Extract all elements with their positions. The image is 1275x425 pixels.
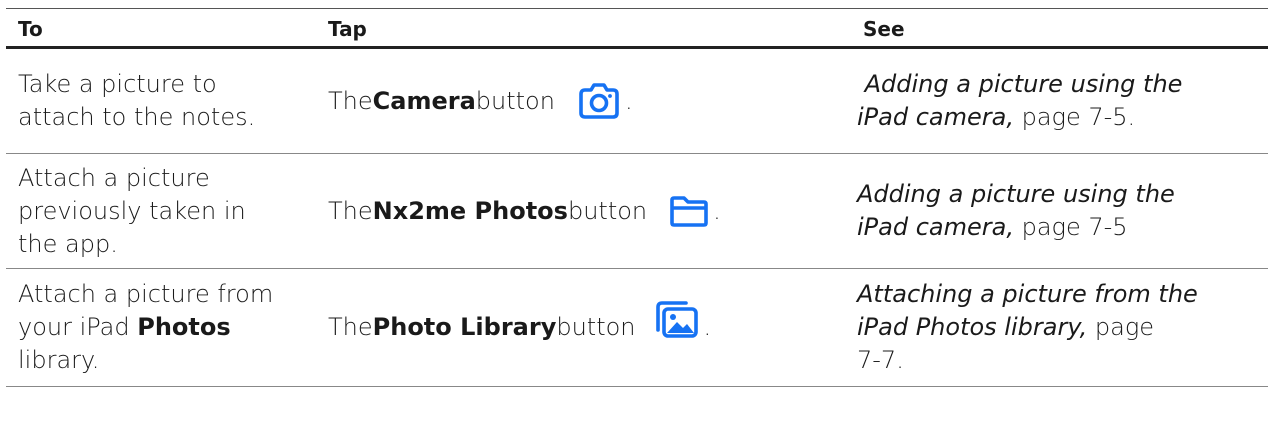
see-link-text[interactable]: Attaching a picture from the <box>857 280 1198 308</box>
to-text-line: attach to the notes. <box>18 103 256 131</box>
header-see: See <box>853 8 1268 49</box>
row-tap-cell: The Photo Library button . <box>316 268 853 387</box>
to-text-line: library. <box>18 346 100 374</box>
header-tap: Tap <box>316 8 853 49</box>
see-link-text[interactable]: iPad Photos library, <box>857 313 1087 341</box>
tap-prefix: The <box>328 86 373 115</box>
folder-icon <box>669 194 709 228</box>
header-row: To Tap See <box>6 8 1268 49</box>
see-page-ref: page <box>1087 313 1155 341</box>
see-link-text[interactable]: Adding a picture using the <box>857 180 1175 208</box>
row-to-cell: Attach a picture from your iPad Photos l… <box>6 268 316 387</box>
to-text-line: previously taken in <box>18 196 246 225</box>
to-text-line: the app. <box>18 229 118 258</box>
header-to: To <box>6 8 316 49</box>
row-see-cell[interactable]: Adding a picture using the iPad camera, … <box>853 153 1268 269</box>
to-strong-word: Photos <box>137 313 231 341</box>
tap-suffix: button <box>556 313 636 341</box>
photo-library-icon <box>652 300 700 340</box>
reference-table: To Tap See Take a picture to attach to t… <box>6 8 1268 387</box>
to-text-line: Attach a picture <box>18 163 210 192</box>
to-text-line: your iPad <box>18 313 138 341</box>
see-page-ref: page 7-5. <box>1013 103 1136 131</box>
tap-end: . <box>713 196 721 225</box>
camera-icon <box>577 82 621 120</box>
tap-button-name: Photo Library <box>372 313 557 341</box>
table-row: Attach a picture previously taken in the… <box>6 153 1268 269</box>
tap-suffix: button <box>567 196 648 225</box>
row-see-cell[interactable]: Attaching a picture from the iPad Photos… <box>853 268 1268 387</box>
see-link-text[interactable]: iPad camera, <box>857 213 1014 241</box>
row-see-cell[interactable]: Adding a picture using the iPad camera, … <box>853 47 1268 154</box>
tap-prefix: The <box>328 196 373 225</box>
tap-prefix: The <box>328 313 373 341</box>
to-text-line: Take a picture to <box>18 70 217 98</box>
see-page-ref: page 7-5 <box>1013 213 1128 241</box>
tap-end: . <box>703 313 712 341</box>
see-link-text[interactable]: Adding a picture using the <box>857 70 1183 98</box>
row-to-cell: Attach a picture previously taken in the… <box>6 153 316 269</box>
row-tap-cell: The Camera button . <box>316 47 853 154</box>
tap-end: . <box>624 86 633 115</box>
to-text-line: Attach a picture from <box>18 280 274 308</box>
tap-button-name: Nx2me Photos <box>372 196 568 225</box>
see-page-ref: 7-7. <box>857 346 904 374</box>
tap-button-name: Camera <box>372 86 476 115</box>
row-tap-cell: The Nx2me Photos button . <box>316 153 853 269</box>
see-link-text[interactable]: iPad camera, <box>857 103 1014 131</box>
row-to-cell: Take a picture to attach to the notes. <box>6 47 316 154</box>
table-row: Attach a picture from your iPad Photos l… <box>6 268 1268 387</box>
tap-suffix: button <box>475 86 555 115</box>
table-row: Take a picture to attach to the notes. T… <box>6 47 1268 154</box>
